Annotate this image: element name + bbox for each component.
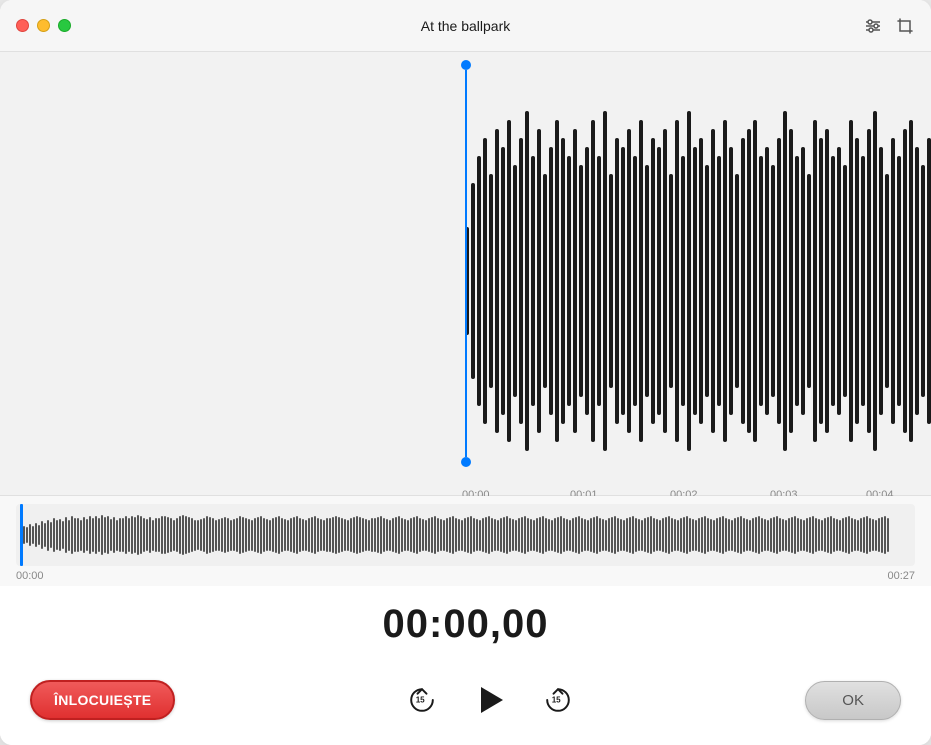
svg-text:15: 15 [552, 696, 561, 705]
overview-time-end: 00:27 [887, 570, 915, 582]
play-triangle-icon [481, 687, 503, 713]
skip-back-button[interactable]: 15 [400, 678, 444, 722]
overview-bars: (function(){ const heights = [20,30,25,3… [20, 504, 911, 566]
overview-time-start: 00:00 [16, 570, 44, 582]
playhead-dot-top [461, 60, 471, 70]
play-button[interactable] [468, 678, 512, 722]
timer-display: 00:00,00 [0, 586, 931, 655]
controls-bar: ÎNLOCUIEȘTE 15 [0, 655, 931, 745]
titlebar-actions [863, 16, 915, 36]
waveform-zoom-view[interactable]: 00:00 00:01 00:02 00:03 00:04 [0, 52, 931, 496]
traffic-lights [16, 19, 71, 32]
waveform-unplayed-bars [465, 102, 931, 460]
ok-button[interactable]: OK [805, 681, 901, 720]
overview-track[interactable]: (function(){ const heights = [20,30,25,3… [16, 504, 915, 566]
overview-time-markers: 00:00 00:27 [16, 566, 915, 586]
overview-playhead [20, 504, 23, 566]
filter-icon[interactable] [863, 16, 883, 36]
maximize-button[interactable] [58, 19, 71, 32]
center-controls: 15 15 [400, 678, 580, 722]
waveform-overview[interactable]: (function(){ const heights = [20,30,25,3… [0, 496, 931, 586]
close-button[interactable] [16, 19, 29, 32]
skip-forward-button[interactable]: 15 [536, 678, 580, 722]
main-content: 00:00 00:01 00:02 00:03 00:04 (function(… [0, 52, 931, 745]
minimize-button[interactable] [37, 19, 50, 32]
crop-icon[interactable] [895, 16, 915, 36]
waveform-played-bars [30, 102, 465, 460]
window-title: At the ballpark [421, 18, 511, 34]
svg-text:15: 15 [416, 696, 425, 705]
titlebar: At the ballpark [0, 0, 931, 52]
app-window: At the ballpark [0, 0, 931, 745]
replace-button[interactable]: ÎNLOCUIEȘTE [30, 680, 175, 720]
